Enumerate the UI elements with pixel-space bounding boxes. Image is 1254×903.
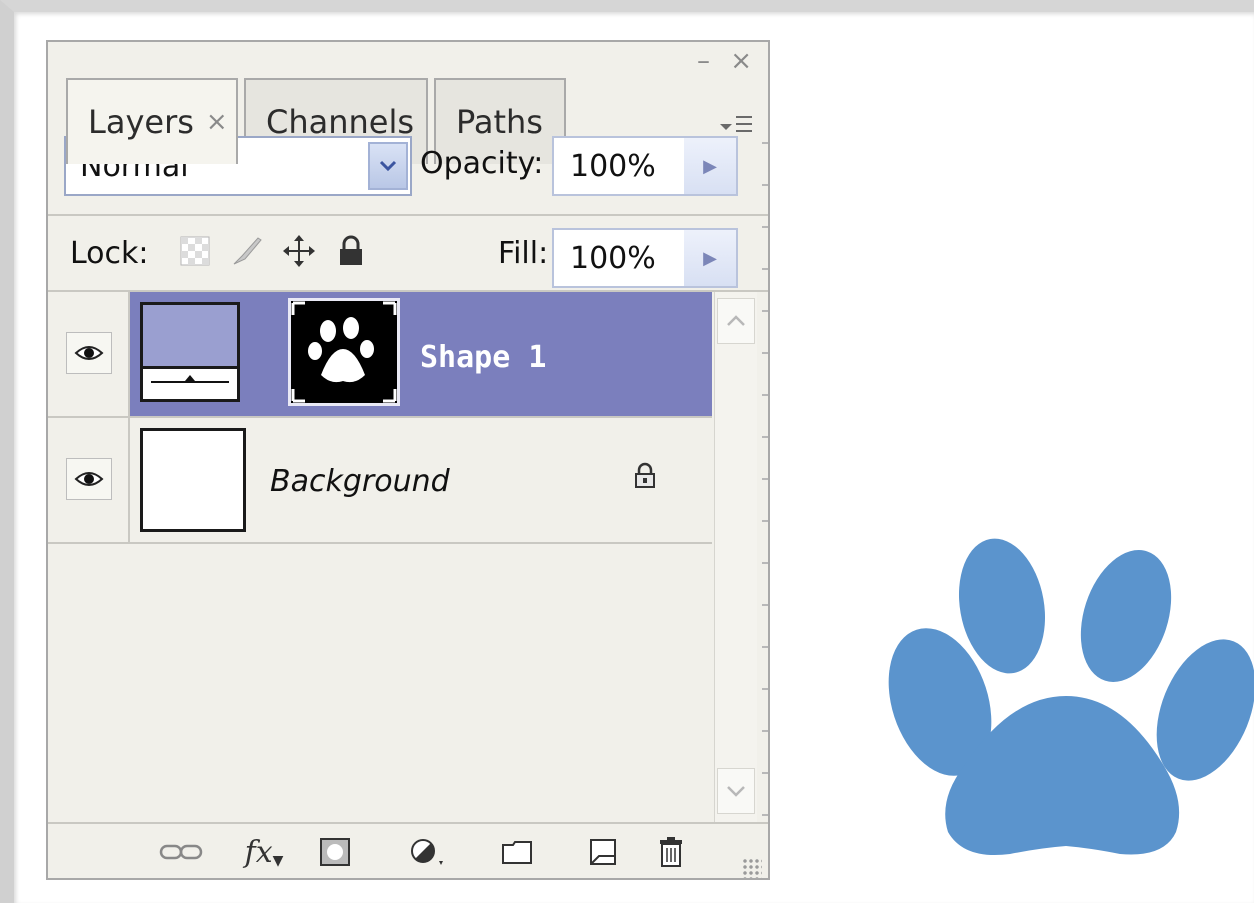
fill-value: 100%	[570, 240, 656, 276]
opacity-field[interactable]: 100% ▶	[552, 136, 738, 196]
new-group-icon[interactable]	[492, 830, 542, 874]
eye-icon[interactable]	[66, 332, 112, 374]
layers-scrollbar[interactable]	[714, 292, 757, 822]
fill-swatch-strip	[143, 366, 237, 399]
vector-mask-thumbnail[interactable]	[288, 298, 400, 406]
tab-paths-label: Paths	[456, 103, 543, 141]
window-controls[interactable]: – ×	[697, 46, 758, 76]
eye-icon[interactable]	[66, 458, 112, 500]
lock-position-icon[interactable]	[282, 234, 316, 268]
tab-layers-label: Layers	[88, 103, 194, 141]
paw-mask-icon	[291, 301, 397, 403]
lock-icons	[178, 234, 368, 268]
close-icon[interactable]: ×	[206, 107, 228, 137]
visibility-cell[interactable]	[48, 418, 130, 544]
resize-grip-icon[interactable]	[742, 858, 762, 878]
lock-image-pixels-icon[interactable]	[230, 234, 264, 268]
add-mask-icon[interactable]	[310, 830, 360, 874]
background-thumbnail[interactable]	[140, 428, 246, 532]
delete-layer-icon[interactable]	[646, 830, 696, 874]
lock-label: Lock:	[70, 236, 149, 271]
lock-all-icon[interactable]	[334, 234, 368, 268]
fill-field[interactable]: 100% ▶	[552, 228, 738, 288]
adjustment-layer-icon[interactable]	[404, 830, 454, 874]
new-layer-icon[interactable]	[578, 830, 628, 874]
layers-toolbar: fx ▼	[48, 822, 768, 878]
fx-label: fx	[244, 834, 273, 870]
link-layers-icon[interactable]	[156, 830, 206, 874]
scroll-up-icon[interactable]	[717, 298, 755, 344]
layers-list: Shape 1 Background	[48, 292, 712, 822]
scroll-down-icon[interactable]	[717, 768, 755, 814]
chevron-down-icon[interactable]	[368, 142, 408, 190]
opacity-label: Opacity:	[420, 146, 544, 181]
layer-name-shape-1[interactable]: Shape 1	[420, 340, 546, 375]
opacity-value: 100%	[570, 148, 656, 184]
fill-slider-arrow-icon[interactable]: ▶	[684, 230, 736, 286]
panel-edge	[762, 102, 768, 862]
layer-body[interactable]: Background	[130, 418, 712, 544]
divider	[48, 214, 768, 216]
shape-fill-thumbnail[interactable]	[140, 302, 240, 402]
paw-print-shape	[880, 520, 1254, 860]
fill-label: Fill:	[498, 236, 549, 271]
opacity-slider-arrow-icon[interactable]: ▶	[684, 138, 736, 194]
visibility-cell[interactable]	[48, 292, 130, 418]
layer-row-shape-1[interactable]: Shape 1	[48, 292, 712, 418]
layer-lock-icon	[634, 462, 656, 492]
tab-layers[interactable]: Layers ×	[66, 78, 238, 164]
lock-transparent-pixels-icon[interactable]	[178, 234, 212, 268]
layers-panel: – × Layers × Channels Paths Normal Opaci…	[46, 40, 770, 880]
layer-row-background[interactable]: Background	[48, 418, 712, 544]
layer-name-background[interactable]: Background	[270, 464, 450, 499]
layer-body[interactable]: Shape 1	[130, 292, 712, 418]
layer-style-fx-icon[interactable]: fx ▼	[234, 830, 294, 874]
color-picker-icon	[151, 375, 229, 383]
